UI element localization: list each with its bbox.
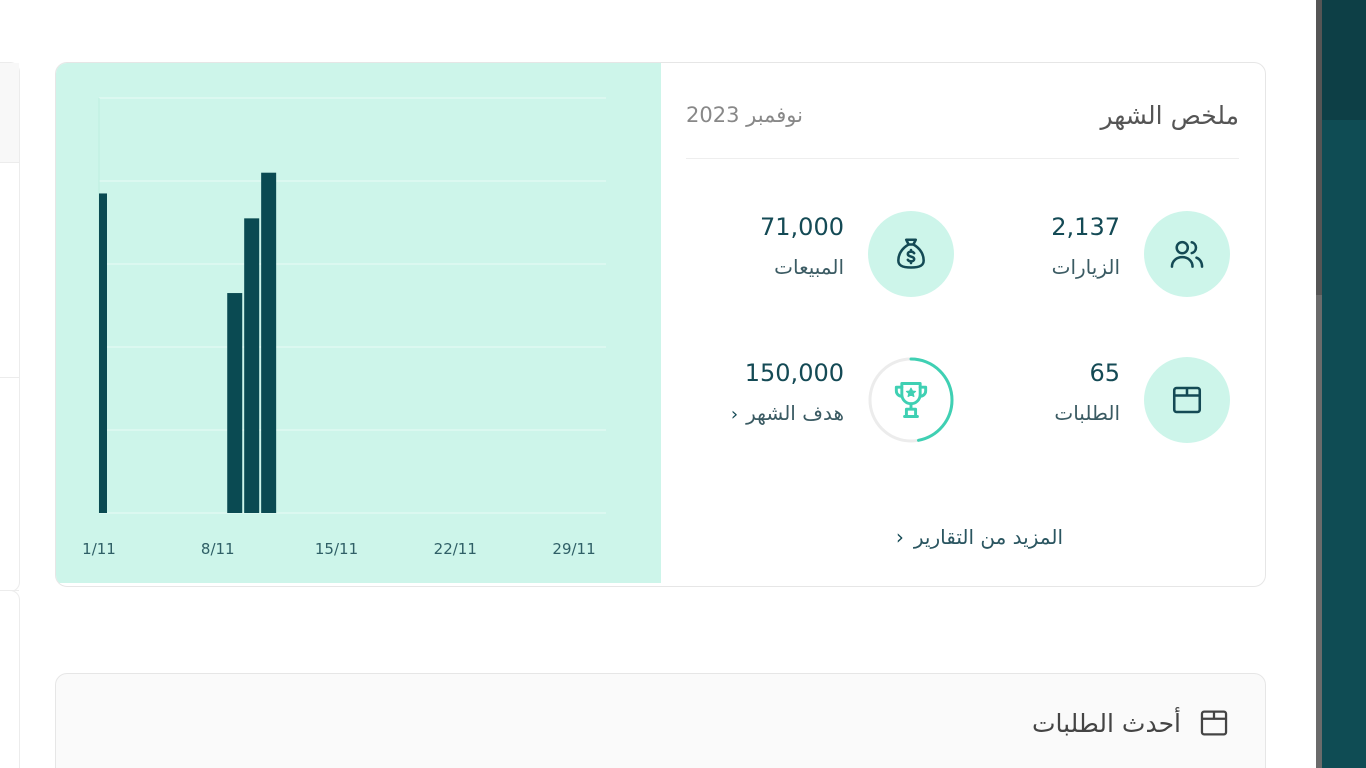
stat-visits: 2,137 الزيارات bbox=[970, 209, 1230, 299]
goal-label-text: هدف الشهر bbox=[746, 401, 844, 425]
chart-x-tick-label: 22/11 bbox=[434, 540, 477, 558]
box-icon bbox=[1200, 710, 1228, 736]
chart-x-tick-label: 8/11 bbox=[201, 540, 235, 558]
orders-label: الطلبات bbox=[1054, 401, 1120, 425]
goal-progress-ring bbox=[868, 357, 954, 443]
latest-orders-card: أحدث الطلبات bbox=[55, 673, 1266, 768]
stat-sales: 71,000 المبيعات bbox=[694, 209, 954, 299]
trophy-icon bbox=[894, 382, 928, 418]
stat-monthly-goal[interactable]: 150,000 هدف الشهر ‹ bbox=[694, 355, 954, 445]
left-panel-divider bbox=[0, 377, 19, 378]
orders-value: 65 bbox=[1089, 359, 1120, 387]
goal-value: 150,000 bbox=[744, 359, 844, 387]
side-panel-header bbox=[1322, 0, 1366, 120]
stat-orders: 65 الطلبات bbox=[970, 355, 1230, 445]
chevron-left-icon: ‹ bbox=[730, 404, 739, 425]
chart-bar bbox=[261, 172, 277, 513]
sales-value: 71,000 bbox=[760, 213, 844, 241]
latest-orders-header: أحدث الطلبات bbox=[1032, 706, 1231, 740]
left-panel-edge bbox=[0, 62, 20, 592]
sales-chart-svg: 1/11 8/11 15/11 22/11 29/11 bbox=[82, 97, 606, 558]
visits-label: الزيارات bbox=[1051, 255, 1120, 279]
visits-value: 2,137 bbox=[1051, 213, 1120, 241]
summary-title: ملخص الشهر bbox=[1100, 101, 1239, 130]
box-icon bbox=[1144, 357, 1230, 443]
chart-x-tick-label: 15/11 bbox=[315, 540, 358, 558]
sales-label: المبيعات bbox=[774, 255, 844, 279]
summary-date: نوفمبر 2023 bbox=[686, 103, 803, 127]
chart-bar bbox=[244, 218, 260, 513]
more-reports-link[interactable]: المزيد من التقارير ‹ bbox=[896, 525, 1063, 549]
chart-x-tick-label: 1/11 bbox=[82, 540, 116, 558]
summary-header: ملخص الشهر نوفمبر 2023 bbox=[686, 91, 1239, 159]
chart-bar bbox=[227, 293, 243, 513]
latest-orders-title: أحدث الطلبات bbox=[1031, 708, 1181, 738]
chart-x-tick-label: 29/11 bbox=[552, 540, 595, 558]
summary-info: ملخص الشهر نوفمبر 2023 2,137 الزيارات 71… bbox=[661, 63, 1265, 586]
chevron-left-icon: ‹ bbox=[895, 525, 904, 549]
month-summary-card: 1/11 8/11 15/11 22/11 29/11 ملخص الشهر نوفمب… bbox=[55, 62, 1266, 587]
more-reports-text: المزيد من التقارير bbox=[913, 525, 1063, 549]
users-icon bbox=[1144, 211, 1230, 297]
left-panel-edge-lower bbox=[0, 590, 20, 768]
side-panel bbox=[1322, 0, 1366, 768]
money-bag-icon bbox=[868, 211, 954, 297]
chart-bar bbox=[99, 193, 107, 513]
left-panel-band bbox=[0, 63, 19, 163]
goal-label[interactable]: هدف الشهر ‹ bbox=[731, 401, 844, 425]
sales-chart: 1/11 8/11 15/11 22/11 29/11 bbox=[56, 63, 661, 583]
